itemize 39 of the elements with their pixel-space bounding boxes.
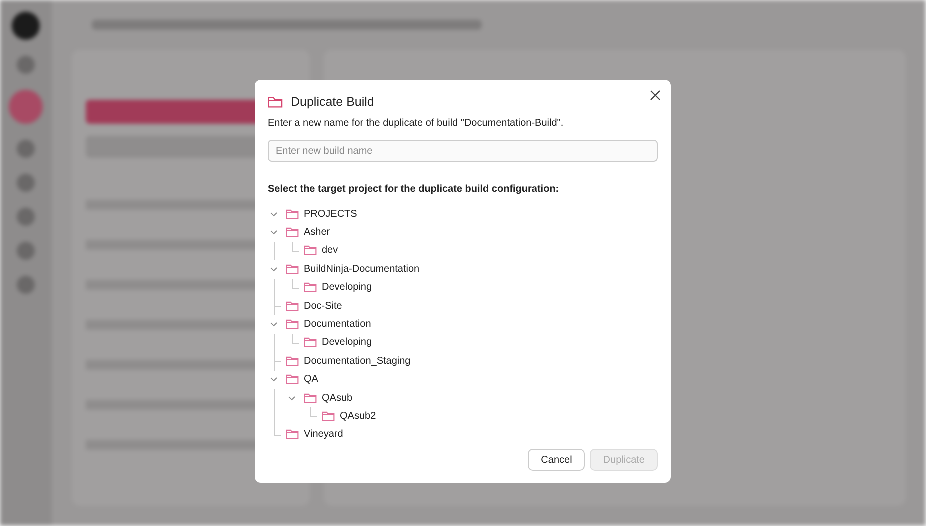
project-tree-item[interactable]: QA (286, 374, 318, 386)
chevron-icon[interactable] (270, 322, 278, 328)
project-tree-item[interactable]: Developing (304, 282, 372, 294)
folder-icon (322, 410, 335, 422)
folder-icon (286, 319, 299, 330)
folder-icon (304, 282, 317, 294)
folder-icon (304, 337, 317, 348)
folder-icon (286, 227, 299, 238)
folder-icon (304, 392, 317, 404)
project-tree-item[interactable]: Doc-Site (286, 300, 342, 312)
project-tree-item[interactable]: dev (304, 245, 338, 256)
close-icon[interactable] (650, 90, 661, 101)
project-tree-item[interactable]: PROJECTS (286, 208, 358, 220)
project-tree-item[interactable]: Asher (286, 227, 330, 238)
chevron-icon[interactable] (270, 266, 278, 272)
folder-icon (286, 374, 299, 386)
folder-icon (286, 300, 299, 312)
project-tree-item[interactable]: Documentation (286, 319, 372, 330)
chevron-icon[interactable] (270, 212, 278, 217)
project-tree-item[interactable]: Documentation_Staging (286, 356, 411, 367)
dialog-title: Duplicate Build (291, 95, 374, 109)
project-tree-item[interactable]: Developing (304, 337, 372, 348)
folder-icon (286, 208, 299, 220)
folder-icon (286, 429, 299, 440)
project-tree-item[interactable]: QAsub (304, 392, 353, 404)
cancel-button[interactable]: Cancel (528, 449, 586, 471)
project-tree-item[interactable]: BuildNinja-Documentation (286, 264, 420, 275)
chevron-icon[interactable] (270, 377, 278, 382)
build-name-field[interactable]: Enter new build name (268, 140, 658, 162)
project-tree-item[interactable]: QAsub2 (322, 410, 376, 422)
folder-icon (268, 96, 283, 108)
tree-label: Select the target project for the duplicate build configuration: (268, 184, 560, 195)
folder-icon (286, 356, 299, 367)
folder-icon (286, 264, 299, 275)
chevron-icon[interactable] (288, 396, 296, 401)
dialog-message: Enter a new name for the duplicate of build "Documentation-Build". (268, 118, 565, 129)
project-tree-item[interactable]: Vineyard (286, 429, 344, 440)
folder-icon (304, 245, 317, 256)
chevron-icon[interactable] (270, 230, 278, 236)
